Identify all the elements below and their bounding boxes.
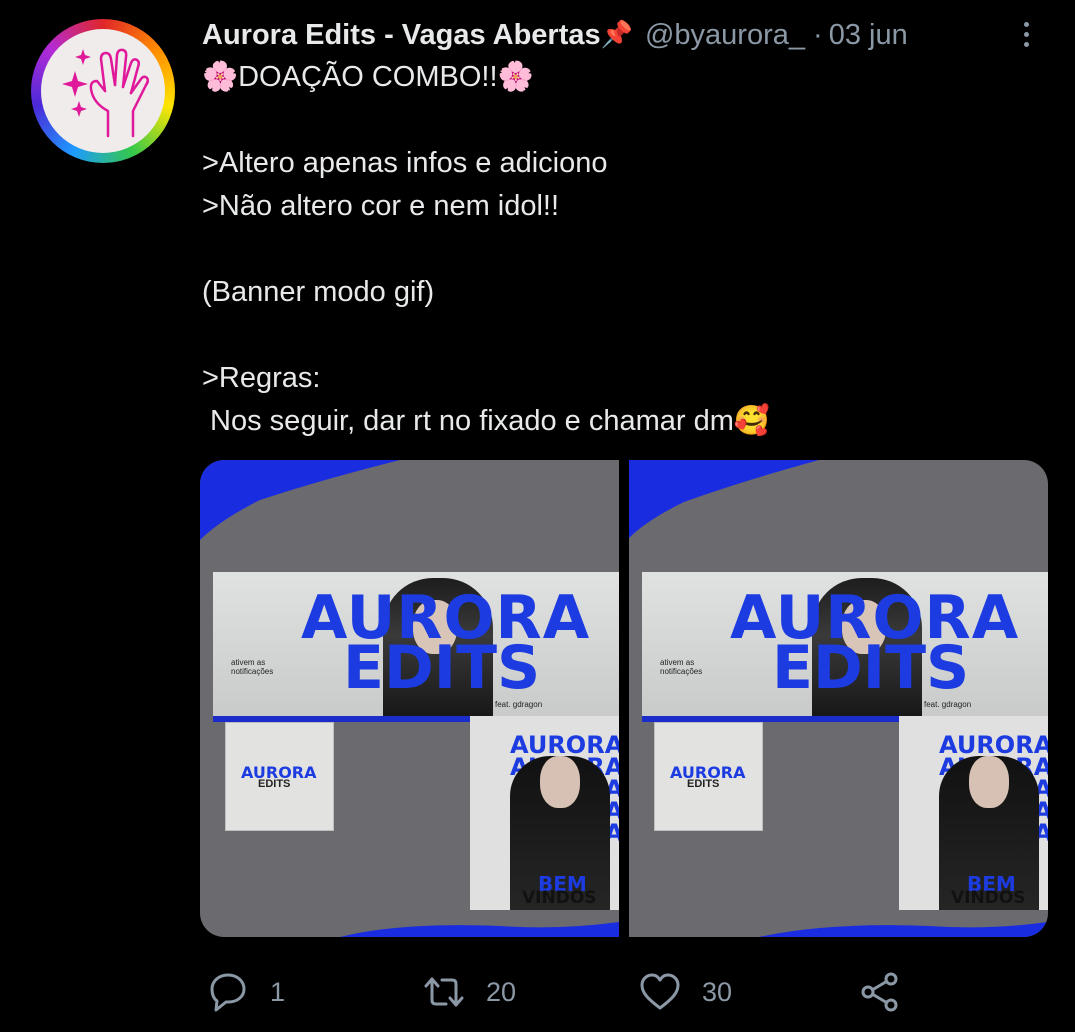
separator: ·	[813, 18, 823, 51]
share-icon	[861, 972, 898, 1012]
banner-feat: feat. gdragon	[495, 700, 543, 709]
post-vindos: VINDOS	[522, 888, 597, 908]
tweet-line	[202, 99, 1042, 142]
tweet-line: >Altero apenas infos e adiciono	[202, 147, 608, 179]
avatar-image	[41, 29, 165, 153]
media-image-2[interactable]: AURORA EDITS ativem as notificações feat…	[629, 460, 1048, 937]
retweet-count: 20	[486, 976, 517, 1007]
tweet-header: Aurora Edits - Vagas Abertas 📌 @byaurora…	[202, 14, 908, 56]
like-button[interactable]: 30	[638, 962, 732, 1022]
tweet-date[interactable]: 03 jun	[829, 19, 908, 52]
tweet-line: >Regras:	[202, 362, 321, 394]
post-preview: AURORA AURORA AURORA AURORA AURORA BEM V…	[470, 716, 619, 910]
post-preview: AURORA AURORA AURORA AURORA AURORA BEM V…	[899, 716, 1048, 910]
more-options-icon[interactable]	[1014, 14, 1038, 54]
post-face	[969, 756, 1009, 808]
action-bar: 1 20 30	[200, 962, 920, 1022]
tweet-line	[202, 228, 1042, 271]
hand-sparkles-icon	[62, 48, 150, 138]
banner-subtitle: EDITS	[343, 633, 541, 703]
tweet-line: (Banner modo gif)	[202, 276, 435, 308]
tweet-line	[202, 314, 1042, 357]
banner-feat: feat. gdragon	[924, 700, 972, 709]
tweet-text: 🌸DOAÇÃO COMBO!!🌸 >Altero apenas infos e …	[202, 56, 1042, 443]
icon-preview: AURORA EDITS	[225, 722, 334, 831]
icon-subtitle: EDITS	[258, 778, 291, 790]
tweet-line: >Não altero cor e nem idol!!	[202, 190, 560, 222]
avatar[interactable]	[31, 19, 175, 163]
pin-emoji: 📌	[600, 20, 633, 50]
media-image-1[interactable]: AURORA EDITS ativem as notificações feat…	[200, 460, 619, 937]
icon-subtitle: EDITS	[687, 778, 720, 790]
reply-button[interactable]: 1	[206, 962, 285, 1022]
tweet-line: Nos seguir, dar rt no fixado e chamar dm…	[202, 405, 771, 437]
tweet[interactable]: Aurora Edits - Vagas Abertas 📌 @byaurora…	[0, 0, 1075, 1032]
banner-preview: AURORA EDITS ativem as notificações feat…	[213, 572, 619, 722]
reply-icon	[210, 973, 246, 1012]
reply-count: 1	[270, 976, 286, 1007]
media-grid: AURORA EDITS ativem as notificações feat…	[200, 460, 1048, 937]
handle[interactable]: @byaurora_	[645, 19, 805, 52]
share-button[interactable]	[858, 962, 902, 1022]
banner-note: ativem as notificações	[660, 658, 703, 676]
banner-preview: AURORA EDITS ativem as notificações feat…	[642, 572, 1048, 722]
post-face	[540, 756, 580, 808]
retweet-icon	[424, 977, 464, 1007]
like-count: 30	[702, 976, 733, 1007]
tweet-line: 🌸DOAÇÃO COMBO!!🌸	[202, 61, 534, 93]
post-vindos: VINDOS	[951, 888, 1026, 908]
retweet-button[interactable]: 20	[422, 962, 516, 1022]
heart-icon	[640, 973, 680, 1010]
banner-subtitle: EDITS	[772, 633, 970, 703]
icon-preview: AURORA EDITS	[654, 722, 763, 831]
banner-note: ativem as notificações	[231, 658, 274, 676]
display-name[interactable]: Aurora Edits - Vagas Abertas	[202, 19, 601, 52]
